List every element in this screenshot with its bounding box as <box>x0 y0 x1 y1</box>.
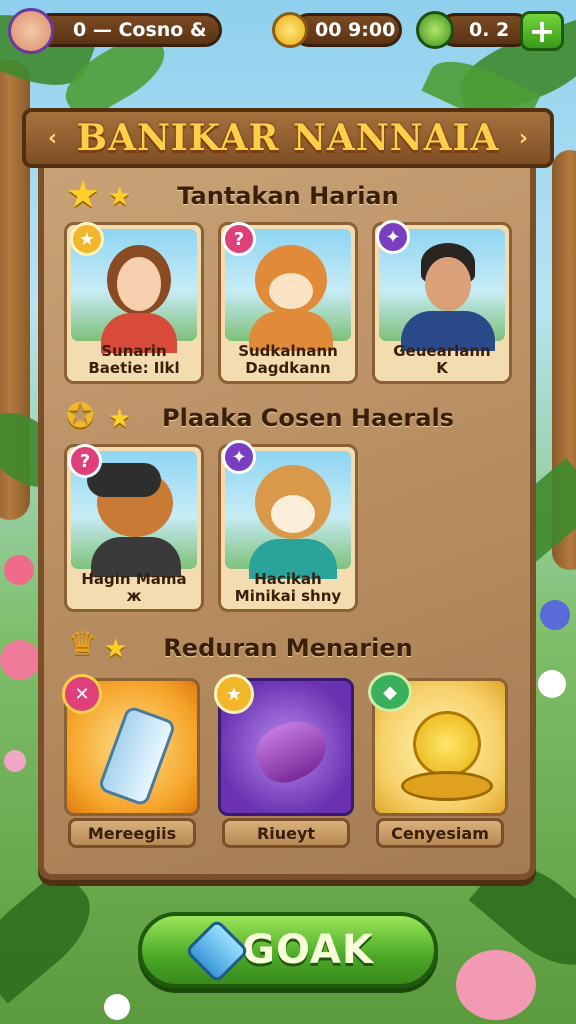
next-arrow-icon[interactable]: › <box>519 126 528 151</box>
page-title: BANIKAR NANNAIA <box>76 117 500 159</box>
title-banner: ‹ BANIKAR NANNAIA › <box>22 108 554 168</box>
card-name: Sunarin <box>101 342 167 360</box>
coin-amount: 00 9:00 <box>315 19 396 41</box>
leaf-gem-icon <box>416 11 454 49</box>
reward-label: Mereegiis <box>68 818 196 848</box>
coin-counter[interactable]: 00 9:00 <box>292 13 402 47</box>
card-subtitle: ж <box>126 587 142 605</box>
star-badge-icon: ★ <box>214 674 254 714</box>
gem-play-icon <box>184 918 250 984</box>
section-title-daily: Tantakan Harian <box>177 182 399 210</box>
card-subtitle: Baetie: Ilkl <box>88 359 180 377</box>
cross-badge-icon: ✕ <box>62 674 102 714</box>
player-name: 0 — Cosno & <box>73 19 207 41</box>
sparkle-badge-icon: ✦ <box>376 220 410 254</box>
gold-trophy-icon <box>413 711 481 777</box>
star-badge-icon: ★ <box>70 222 104 256</box>
card-name: Hagin Mama <box>81 570 187 588</box>
top-bar: 0 — Cosno & 00 9:00 0. 2 + <box>8 8 568 54</box>
section-title-special: Plaaka Cosen Haerals <box>162 404 454 432</box>
card-subtitle: K <box>436 359 448 377</box>
goak-button[interactable]: GOAK <box>138 912 438 988</box>
card-name: Geuearlann <box>393 342 491 360</box>
fish-badge-icon: ◆ <box>368 672 412 712</box>
card-name: Hacikah <box>254 570 322 588</box>
card-name: Sudkalnann <box>238 342 338 360</box>
question-badge-icon: ? <box>222 222 256 256</box>
sparkle-badge-icon: ✦ <box>222 440 256 474</box>
coin-icon <box>272 12 308 48</box>
section-title-rewards: Reduran Menarien <box>163 634 413 662</box>
magic-horn-icon <box>248 710 336 792</box>
question-badge-icon: ? <box>68 444 102 478</box>
goak-label: GOAK <box>242 927 374 973</box>
player-avatar[interactable] <box>8 8 54 54</box>
add-currency-button[interactable]: + <box>520 11 564 51</box>
reward-label: Cenyesiam <box>376 818 504 848</box>
player-name-pill[interactable]: 0 — Cosno & <box>34 13 222 47</box>
card-subtitle: Minikai shny <box>234 587 342 605</box>
gem-amount: 0. 2 <box>469 19 510 41</box>
prev-arrow-icon[interactable]: ‹ <box>48 126 57 151</box>
potion-bottle-icon <box>97 704 177 808</box>
reward-label: Riueyt <box>222 818 350 848</box>
plus-icon: + <box>528 12 556 50</box>
card-subtitle: Dagdkann <box>245 359 331 377</box>
